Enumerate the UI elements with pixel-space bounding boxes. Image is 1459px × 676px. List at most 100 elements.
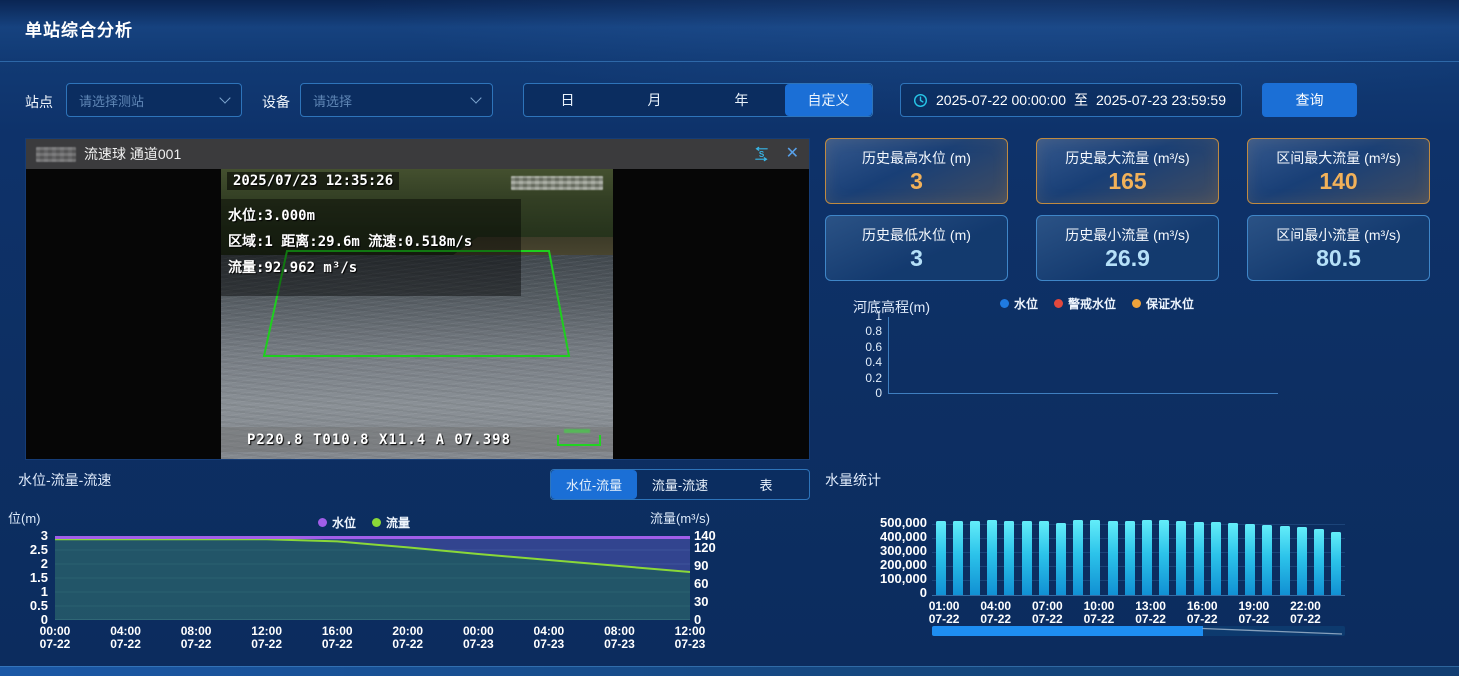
- range-tab-group: 日月年自定义: [523, 83, 873, 117]
- stat-label: 历史最高水位 (m): [862, 148, 971, 168]
- axis-tick-label: 60: [694, 577, 708, 591]
- station-label: 站点: [25, 92, 53, 112]
- stream-switch-icon[interactable]: S: [753, 146, 770, 162]
- x-axis-label: 04:0007-22: [110, 625, 141, 651]
- tab-表[interactable]: 表: [723, 470, 809, 499]
- legend-dot-icon: [1132, 299, 1141, 308]
- svg-text:S: S: [758, 150, 764, 159]
- page-title: 单站综合分析: [25, 16, 133, 41]
- ptz-osd-text: P220.8 T010.8 X11.4 A 07.398: [247, 432, 511, 448]
- x-axis-label: 16:0007-22: [322, 625, 353, 651]
- x-axis-label: 12:0007-22: [251, 625, 282, 651]
- tab-水位-流量[interactable]: 水位-流量: [551, 470, 637, 499]
- device-select[interactable]: 请选择: [300, 83, 493, 117]
- clock-icon: [913, 93, 928, 108]
- axis-tick-label: 500,000: [845, 516, 927, 530]
- axis-tick-label: 120: [694, 541, 716, 555]
- axis-tick-label: 0: [845, 586, 927, 600]
- axis-tick-label: 300,000: [845, 544, 927, 558]
- video-title: 流速球 通道001: [84, 144, 745, 164]
- axis-tick-label: 1: [14, 585, 48, 599]
- stats-grid: 历史最高水位 (m)3历史最大流量 (m³/s)165区间最大流量 (m³/s)…: [825, 138, 1430, 281]
- legend-label: 水位: [1014, 295, 1038, 312]
- date-start: 2025-07-22 00:00:00: [936, 92, 1066, 108]
- legend-label: 水位: [332, 514, 356, 531]
- volume-bar: [1280, 526, 1290, 595]
- video-body: 2025/07/23 12:35:26 水位:3.000m 区域:1 距离:29…: [26, 169, 809, 459]
- axis-tick-label: 2: [14, 557, 48, 571]
- volume-bar: [1108, 521, 1118, 595]
- level-flow-right-axis-name: 流量(m³/s): [650, 508, 710, 527]
- elevation-y-axis-line: [888, 317, 889, 394]
- stat-card: 历史最低水位 (m)3: [825, 215, 1008, 281]
- volume-bar: [1159, 520, 1169, 595]
- legend-dot-icon: [1000, 299, 1009, 308]
- x-axis-label: 00:0007-23: [463, 625, 494, 651]
- tab-流量-流速[interactable]: 流量-流速: [637, 470, 723, 499]
- stat-label: 区间最大流量 (m³/s): [1276, 148, 1400, 168]
- x-axis-label: 20:0007-22: [392, 625, 423, 651]
- legend-item-水位[interactable]: 水位: [1000, 295, 1038, 312]
- volume-bar: [1125, 521, 1135, 595]
- level-flow-tab-group: 水位-流量流量-流速表: [550, 469, 810, 500]
- redacted-station-name: [36, 147, 76, 162]
- axis-tick-label: 0.5: [14, 599, 48, 613]
- volume-bar: [953, 521, 963, 595]
- page-header: 单站综合分析: [0, 0, 1459, 62]
- volume-bar: [1245, 524, 1255, 595]
- range-tab-年[interactable]: 年: [698, 84, 785, 116]
- x-axis-label: 16:0007-22: [1187, 600, 1218, 626]
- volume-bar: [1314, 529, 1324, 595]
- x-axis-label: 04:0007-23: [534, 625, 565, 651]
- data-zoom-slider[interactable]: [932, 626, 1345, 636]
- x-axis-label: 08:0007-23: [604, 625, 635, 651]
- range-tab-月[interactable]: 月: [611, 84, 698, 116]
- legend-item-保证水位[interactable]: 保证水位: [1132, 295, 1194, 312]
- axis-tick-label: 1: [846, 310, 882, 322]
- station-select[interactable]: 请选择测站: [66, 83, 242, 117]
- axis-tick-label: 3: [14, 529, 48, 543]
- volume-bar: [1331, 532, 1341, 595]
- axis-tick-label: 90: [694, 559, 708, 573]
- x-axis-label: 12:0007-23: [675, 625, 706, 651]
- volume-bar: [1297, 527, 1307, 595]
- volume-bar: [1022, 521, 1032, 595]
- axis-tick-label: 0: [846, 387, 882, 399]
- stat-card: 区间最大流量 (m³/s)140: [1247, 138, 1430, 204]
- legend-dot-icon: [318, 518, 327, 527]
- level-flow-section-title: 水位-流量-流速: [18, 470, 111, 490]
- app-root: 单站综合分析 站点 请选择测站 设备 请选择 日月年自定义 2025-07-22…: [0, 0, 1459, 676]
- level-flow-legend: 水位流量: [318, 514, 410, 531]
- axis-tick-label: 200,000: [845, 558, 927, 572]
- device-select-value: 请选择: [313, 91, 464, 110]
- osd-water-level: 水位:3.000m: [228, 205, 315, 225]
- query-button[interactable]: 查询: [1262, 83, 1357, 117]
- video-header-actions: S ✕: [753, 146, 799, 162]
- volume-bar: [987, 520, 997, 595]
- close-icon[interactable]: ✕: [786, 146, 799, 162]
- redacted-watermark: [511, 176, 603, 190]
- volume-bar: [936, 521, 946, 595]
- bottom-strip: [0, 666, 1459, 676]
- legend-item-流量[interactable]: 流量: [372, 514, 410, 531]
- legend-item-水位[interactable]: 水位: [318, 514, 356, 531]
- stat-value: 140: [1319, 169, 1357, 194]
- legend-label: 保证水位: [1146, 295, 1194, 312]
- volume-bar: [1262, 525, 1272, 595]
- x-axis-label: 08:0007-22: [181, 625, 212, 651]
- date-range-picker[interactable]: 2025-07-22 00:00:00 至 2025-07-23 23:59:5…: [900, 83, 1242, 117]
- video-panel: 流速球 通道001 S ✕ 2025/07/23 12:35:26: [25, 138, 810, 460]
- legend-item-警戒水位[interactable]: 警戒水位: [1054, 295, 1116, 312]
- date-end: 2025-07-23 23:59:59: [1096, 92, 1226, 108]
- axis-tick-label: 0.6: [846, 341, 882, 353]
- range-tab-日[interactable]: 日: [524, 84, 611, 116]
- stat-card: 历史最小流量 (m³/s)26.9: [1036, 215, 1219, 281]
- data-zoom-shadow: [932, 626, 1345, 636]
- stat-card: 区间最小流量 (m³/s)80.5: [1247, 215, 1430, 281]
- volume-x-axis: 01:0007-2204:0007-2207:0007-2210:0007-22…: [932, 600, 1345, 628]
- volume-section-title: 水量统计: [825, 470, 881, 490]
- axis-tick-label: 30: [694, 595, 708, 609]
- range-tab-自定义[interactable]: 自定义: [785, 84, 872, 116]
- volume-bar: [1142, 520, 1152, 595]
- legend-label: 警戒水位: [1068, 295, 1116, 312]
